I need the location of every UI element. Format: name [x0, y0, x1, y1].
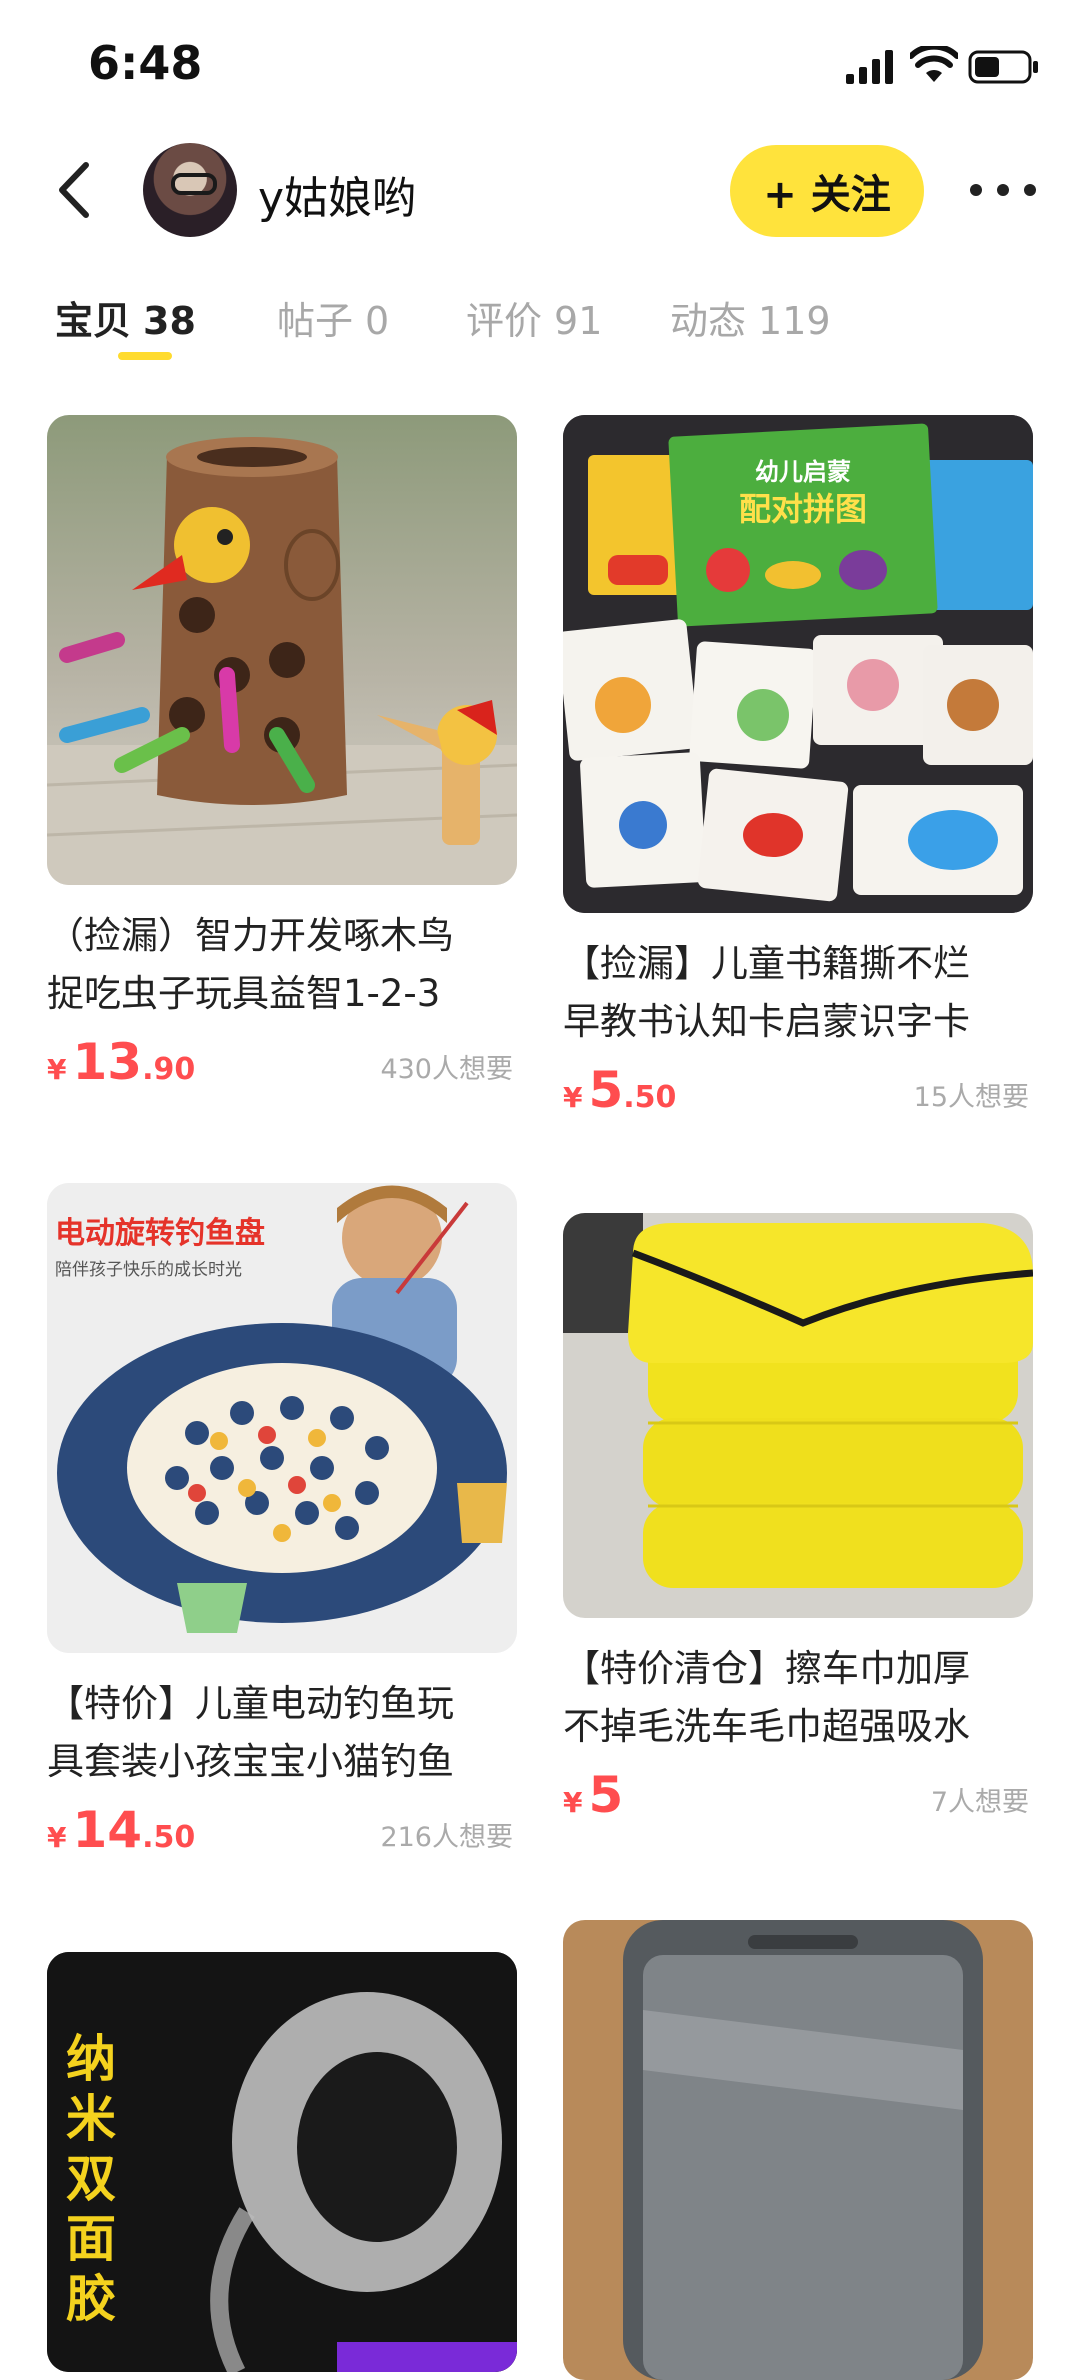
price-decimal: .50 [623, 1080, 677, 1115]
product-image [563, 1213, 1033, 1618]
price-decimal: .90 [142, 1052, 196, 1087]
cellular-signal-icon [846, 50, 893, 84]
tab-label: 动态 [670, 299, 747, 343]
tab-items[interactable]: 宝贝 38 [55, 290, 196, 345]
tab-posts[interactable]: 帖子 0 [277, 290, 389, 345]
product-card[interactable] [563, 1920, 1033, 2380]
product-price: ¥5 [563, 1766, 623, 1824]
follow-button-label: + 关注 [763, 172, 891, 218]
currency-symbol: ¥ [563, 1786, 583, 1819]
tab-activity[interactable]: 动态 119 [670, 290, 831, 345]
currency-symbol: ¥ [47, 1821, 67, 1854]
product-image: 电动旋转钓鱼盘 陪伴孩子快乐的成长时光 [47, 1183, 517, 1653]
username[interactable]: y姑娘哟 [258, 162, 416, 226]
active-tab-indicator [118, 352, 172, 360]
product-title-line1: （捡漏）智力开发啄木鸟 [47, 914, 454, 957]
price-integer: 13 [72, 1033, 143, 1091]
product-image: 幼儿启蒙 配对拼图 [563, 415, 1033, 913]
product-title-line1: 【特价清仓】擦车巾加厚 [563, 1647, 970, 1690]
more-options-icon[interactable] [970, 172, 1036, 208]
product-image: 纳米双面胶 [47, 1952, 517, 2372]
tab-reviews[interactable]: 评价 91 [466, 290, 602, 345]
tab-label: 帖子 [277, 299, 354, 343]
tab-count: 0 [365, 299, 390, 343]
want-count: 216人想要 [380, 1822, 513, 1853]
product-title-line2: 捉吃虫子玩具益智1-2-3 [47, 972, 441, 1015]
image-vertical-text: 纳米双面胶 [58, 2032, 116, 2332]
tab-count: 119 [758, 299, 831, 343]
product-title-line2: 早教书认知卡启蒙识字卡 [563, 1000, 970, 1043]
price-integer: 14 [72, 1801, 143, 1859]
status-time: 6:48 [88, 36, 203, 90]
product-card[interactable]: 电动旋转钓鱼盘 陪伴孩子快乐的成长时光 【特价】儿童电动钓鱼玩 具套装小孩宝宝小… [47, 1183, 517, 1861]
product-card[interactable]: 幼儿启蒙 配对拼图 【捡漏】儿童书籍撕不烂 早教书认知卡启蒙识字卡 ¥5.50 [563, 415, 1033, 1121]
status-bar: 6:48 [0, 0, 1080, 130]
product-title-line2: 具套装小孩宝宝小猫钓鱼 [47, 1740, 454, 1783]
product-card[interactable]: 【特价清仓】擦车巾加厚 不掉毛洗车毛巾超强吸水 ¥5 7人想要 [563, 1213, 1033, 1826]
box-label: 幼儿启蒙 [755, 458, 851, 486]
want-count: 7人想要 [930, 1787, 1029, 1818]
tab-label: 评价 [466, 299, 543, 343]
follow-button[interactable]: + 关注 [730, 145, 924, 237]
tab-label: 宝贝 [55, 299, 132, 343]
image-banner: 电动旋转钓鱼盘 [55, 1216, 265, 1251]
price-integer: 5 [588, 1061, 624, 1119]
image-subtitle: 陪伴孩子快乐的成长时光 [55, 1260, 242, 1280]
currency-symbol: ¥ [563, 1081, 583, 1114]
product-price: ¥13.90 [47, 1033, 195, 1091]
currency-symbol: ¥ [47, 1053, 67, 1086]
product-title-line1: 【特价】儿童电动钓鱼玩 [47, 1682, 454, 1725]
wifi-icon [910, 46, 958, 82]
profile-tabs: 宝贝 38 帖子 0 评价 91 动态 119 [0, 280, 1080, 380]
product-title-line2: 不掉毛洗车毛巾超强吸水 [563, 1705, 970, 1748]
want-count: 430人想要 [380, 1054, 513, 1085]
want-count: 15人想要 [913, 1082, 1029, 1113]
price-integer: 5 [588, 1766, 624, 1824]
product-price: ¥5.50 [563, 1061, 676, 1119]
avatar[interactable] [143, 143, 237, 237]
tab-count: 91 [554, 299, 603, 343]
price-decimal: .50 [142, 1820, 196, 1855]
battery-icon [968, 50, 1038, 84]
tab-count: 38 [143, 299, 196, 343]
product-price: ¥14.50 [47, 1801, 195, 1859]
back-arrow-icon[interactable] [48, 155, 98, 225]
product-image [47, 415, 517, 885]
box-title: 配对拼图 [739, 490, 867, 528]
product-title-line1: 【捡漏】儿童书籍撕不烂 [563, 942, 970, 985]
product-card[interactable]: 纳米双面胶 [47, 1952, 517, 2372]
product-card[interactable]: （捡漏）智力开发啄木鸟 捉吃虫子玩具益智1-2-3 ¥13.90 430人想要 [47, 415, 517, 1093]
product-image [563, 1920, 1033, 2380]
